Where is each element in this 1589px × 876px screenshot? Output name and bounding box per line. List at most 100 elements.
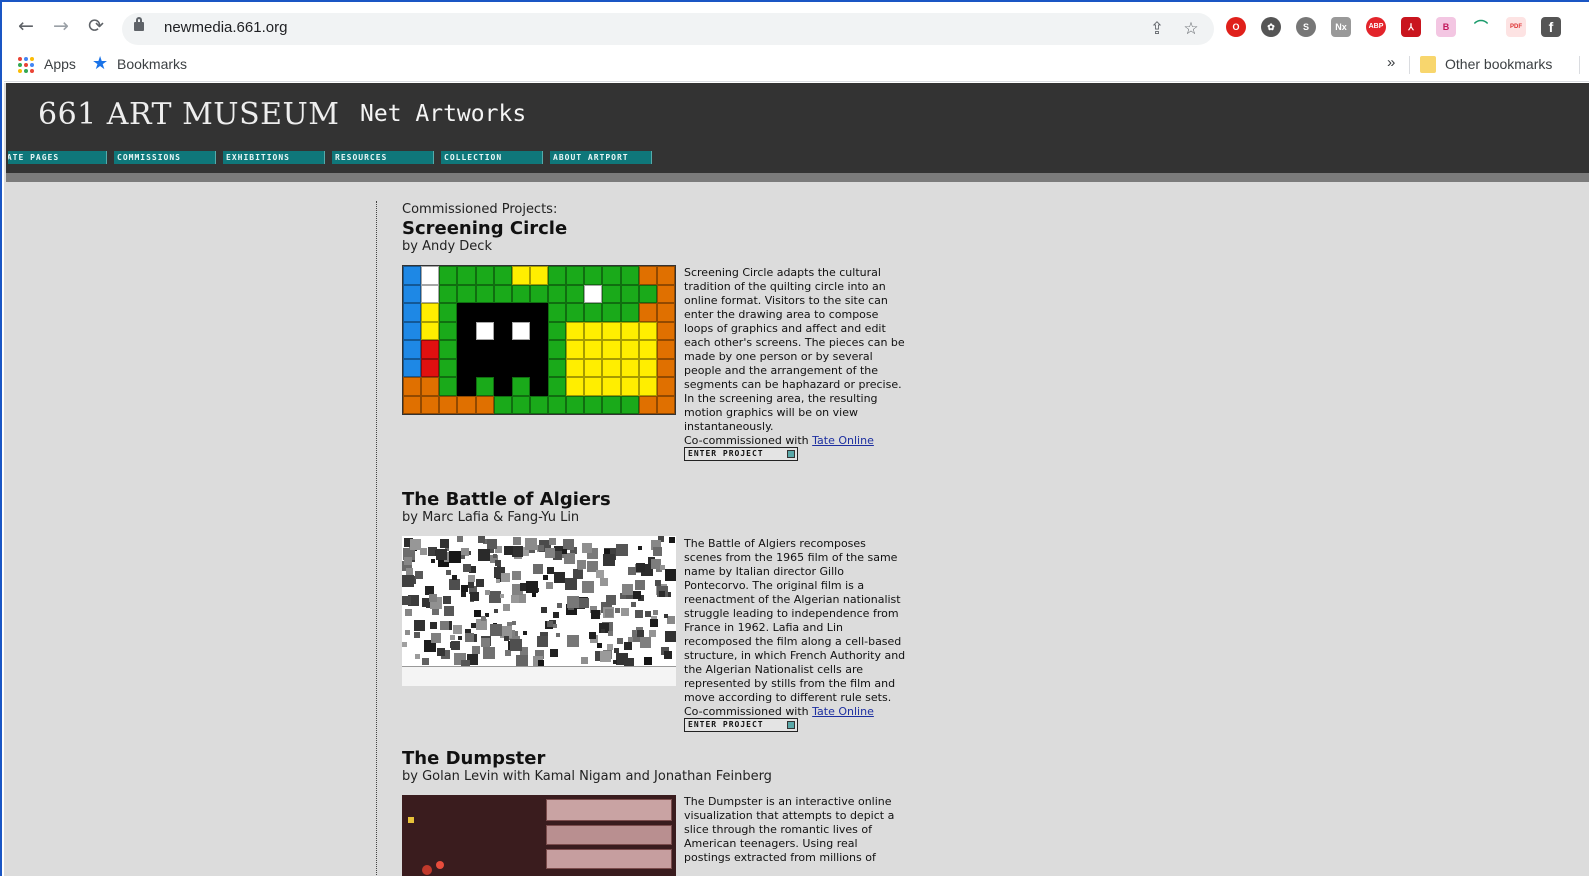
algiers-cell xyxy=(550,649,558,657)
quilt-cell xyxy=(511,284,530,303)
quilt-cell xyxy=(511,377,530,396)
project-thumbnail-screening-circle[interactable] xyxy=(402,265,676,415)
menu-gate-pages[interactable]: GATE PAGES xyxy=(8,151,107,164)
algiers-cell xyxy=(533,564,543,574)
quilt-cell xyxy=(602,303,621,322)
algiers-cell xyxy=(414,620,425,631)
algiers-cell xyxy=(582,581,594,593)
algiers-cell xyxy=(404,557,412,565)
forward-button[interactable]: → xyxy=(49,14,73,38)
algiers-cell xyxy=(431,633,441,643)
facebook-icon[interactable]: f xyxy=(1541,17,1561,37)
url-text[interactable]: newmedia.661.org xyxy=(164,19,287,36)
quilt-cell xyxy=(602,340,621,359)
algiers-cell xyxy=(622,584,633,595)
project-byline: by Golan Levin with Kamal Nigam and Jona… xyxy=(402,769,772,784)
quilt-cell xyxy=(638,266,657,285)
quilt-cell xyxy=(475,321,494,340)
tate-online-link[interactable]: Tate Online xyxy=(812,434,874,447)
algiers-cell xyxy=(470,592,479,601)
pdf-icon[interactable]: ⅄ xyxy=(1401,17,1421,37)
algiers-cell xyxy=(615,608,620,613)
algiers-cell xyxy=(485,590,490,595)
algiers-cell xyxy=(422,658,429,665)
algiers-cell xyxy=(653,610,658,615)
algiers-cell xyxy=(429,594,437,602)
bookmarks-separator-end xyxy=(1579,56,1580,74)
quilt-cell xyxy=(529,321,549,340)
reel-icon[interactable]: ✿ xyxy=(1261,17,1281,37)
algiers-cell xyxy=(635,580,645,590)
algiers-cell xyxy=(564,553,575,564)
algiers-cell xyxy=(450,635,455,640)
quilt-cell xyxy=(566,340,585,359)
algiers-cell xyxy=(557,603,562,608)
quilt-cell xyxy=(511,303,530,322)
quilt-cell xyxy=(584,377,603,396)
quilt-cell xyxy=(511,340,530,359)
project-title: The Dumpster xyxy=(402,748,546,769)
pdf2-icon[interactable]: PDF xyxy=(1506,17,1526,37)
lock-icon[interactable] xyxy=(134,17,144,31)
quilt-cell xyxy=(548,303,567,322)
enter-project-button[interactable]: ENTER PROJECT xyxy=(684,447,798,461)
reload-button[interactable]: ⟳ xyxy=(84,14,108,38)
adblock-icon[interactable]: ABP xyxy=(1366,17,1386,37)
algiers-cell xyxy=(601,629,605,633)
quilt-cell xyxy=(656,340,675,359)
quilt-cell xyxy=(638,340,657,359)
b-icon[interactable]: B xyxy=(1436,17,1456,37)
back-button[interactable]: ← xyxy=(14,14,38,38)
algiers-cell xyxy=(414,632,420,638)
quilt-grid xyxy=(402,265,676,415)
algiers-cell xyxy=(503,604,510,611)
folder-icon[interactable] xyxy=(1420,56,1436,73)
nx-icon[interactable]: Nx xyxy=(1331,17,1351,37)
menu-exhibitions[interactable]: EXHIBITIONS xyxy=(223,151,325,164)
apps-icon[interactable] xyxy=(18,57,34,73)
menu-about-artport[interactable]: ABOUT ARTPORT xyxy=(550,151,652,164)
bookmarks-folder[interactable]: Bookmarks xyxy=(117,56,187,72)
menu-resources[interactable]: RESOURCES xyxy=(332,151,434,164)
algiers-cell xyxy=(410,539,421,550)
algiers-cell xyxy=(405,609,412,616)
share-icon[interactable]: ⇪ xyxy=(1146,18,1168,40)
apps-bookmark[interactable]: Apps xyxy=(44,56,76,72)
quilt-cell xyxy=(439,358,458,377)
quilt-cell xyxy=(457,395,476,414)
tate-online-link[interactable]: Tate Online xyxy=(812,705,874,718)
quilt-cell xyxy=(493,321,512,340)
skype-icon[interactable]: S xyxy=(1296,17,1316,37)
algiers-cell xyxy=(543,575,548,580)
bookmarks-overflow-button[interactable]: » xyxy=(1387,54,1395,71)
algiers-cell xyxy=(606,595,616,605)
menu-commissions[interactable]: COMMISSIONS xyxy=(114,151,216,164)
arc-icon[interactable]: ⌒ xyxy=(1471,17,1491,37)
site-logo[interactable]: 661 ART MUSEUM xyxy=(38,97,340,132)
algiers-cell xyxy=(405,630,410,635)
opera-icon[interactable]: O xyxy=(1226,17,1246,37)
algiers-cell xyxy=(440,539,449,548)
algiers-cell xyxy=(667,616,675,624)
algiers-cell xyxy=(562,549,567,554)
menu-collection[interactable]: COLLECTION xyxy=(441,151,543,164)
quilt-cell xyxy=(457,377,476,396)
algiers-cell xyxy=(653,547,662,556)
project-thumbnail-battle-of-algiers[interactable] xyxy=(402,536,676,686)
bookmarks-star-icon[interactable]: ★ xyxy=(92,53,108,74)
quilt-cell xyxy=(403,395,422,414)
other-bookmarks[interactable]: Other bookmarks xyxy=(1445,56,1552,72)
algiers-cell xyxy=(547,567,554,574)
algiers-cell xyxy=(545,548,555,558)
bookmark-star-icon[interactable]: ☆ xyxy=(1180,18,1202,40)
address-bar[interactable]: newmedia.661.org ⇪ ☆ xyxy=(122,13,1214,45)
quilt-cell xyxy=(403,266,422,285)
project-thumbnail-dumpster[interactable] xyxy=(402,795,676,876)
algiers-cell xyxy=(465,633,474,642)
enter-project-button[interactable]: ENTER PROJECT xyxy=(684,718,798,732)
algiers-cell xyxy=(603,554,615,566)
algiers-cell xyxy=(501,573,510,582)
algiers-cell xyxy=(565,578,577,590)
quilt-cell xyxy=(638,284,657,303)
algiers-cell xyxy=(504,636,509,641)
